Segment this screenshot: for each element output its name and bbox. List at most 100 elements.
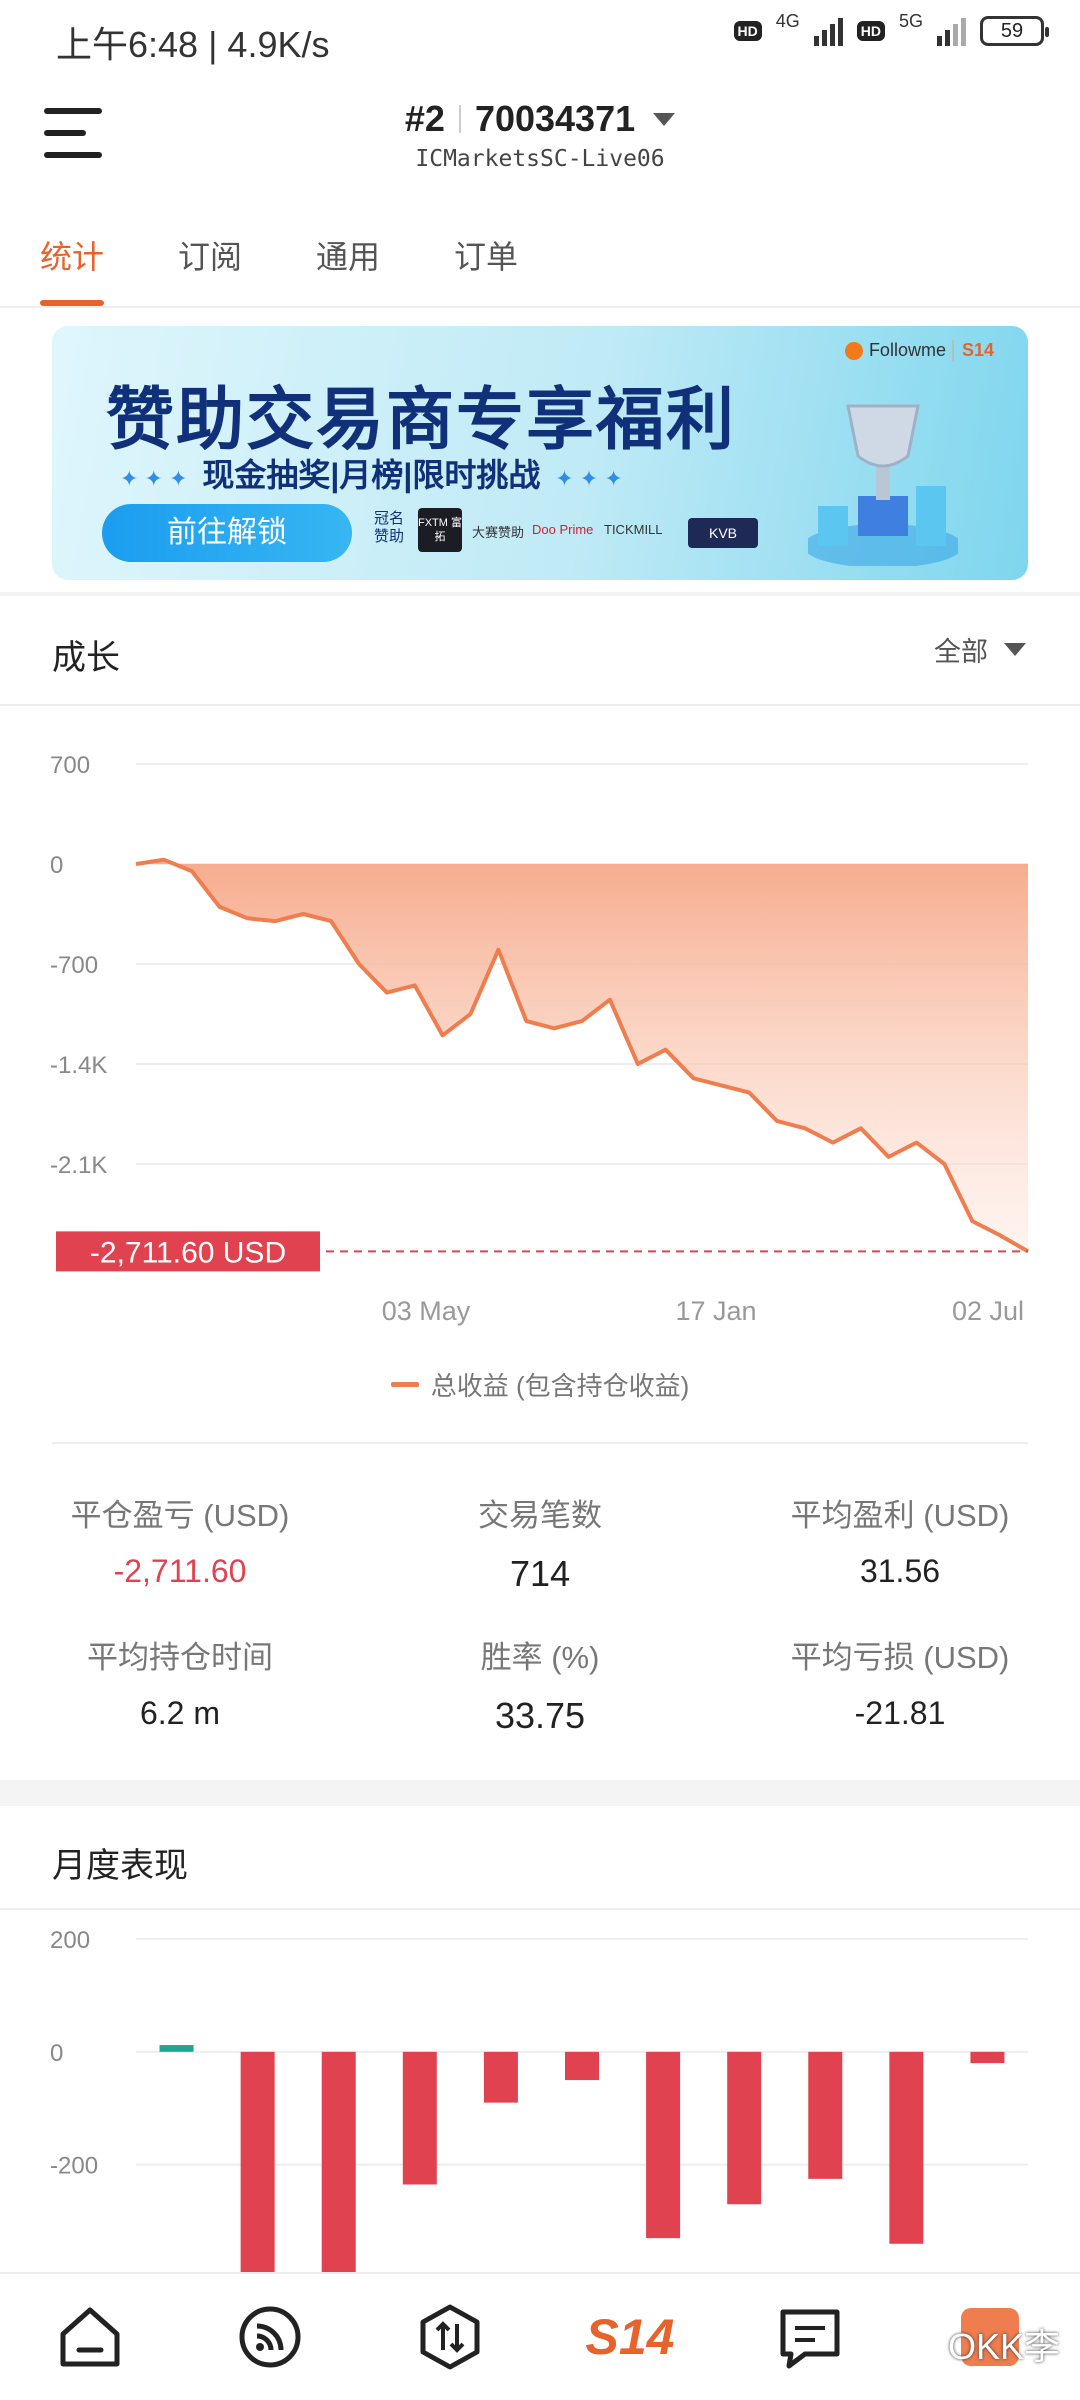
bar (483, 2051, 518, 2103)
x-tick-label: 02 Jul (952, 1296, 1024, 1326)
stat-value: -21.81 (854, 1695, 946, 1731)
legend-label: 总收益 (包含持仓收益) (430, 1371, 690, 1401)
legend-swatch (390, 1382, 419, 1387)
growth-header: 成长 全部 (0, 596, 1080, 706)
signal-icon (813, 16, 843, 46)
stat-label: 平均持仓时间 (87, 1640, 273, 1675)
trophy-icon (808, 404, 958, 566)
y-tick-label: 0 (50, 2040, 63, 2067)
divider (52, 1442, 1028, 1444)
stat-label: 平仓盈亏 (USD) (70, 1498, 290, 1533)
stat-label: 平均亏损 (USD) (790, 1640, 1010, 1675)
stat-label: 平均盈利 (USD) (790, 1498, 1010, 1533)
bottom-nav: S14 (0, 2272, 1080, 2400)
chart-legend: 总收益 (包含持仓收益) (0, 1366, 1080, 1403)
stat-value: 31.56 (859, 1553, 941, 1589)
bar (240, 2051, 275, 2272)
sponsor-logo: Doo Prime (532, 522, 594, 537)
bar (808, 2051, 843, 2179)
promo-banner[interactable]: Followme S14 赞助交易商专享福利 ✦ ✦ ✦ 现金抽奖|月榜|限时挑… (52, 326, 1028, 580)
account-selector[interactable]: #2 70034371 ICMarketsSC-Live06 (0, 98, 1080, 172)
y-tick-label: -1.4K (50, 1052, 107, 1079)
stat-label: 交易笔数 (478, 1498, 602, 1533)
bar (727, 2051, 762, 2205)
watermark: OKK李 (947, 2326, 1060, 2367)
tab-general[interactable]: 通用 (316, 220, 380, 306)
bar (889, 2051, 924, 2244)
bar (402, 2051, 437, 2185)
nav-feed[interactable] (210, 2292, 330, 2382)
stat-value: 33.75 (494, 1695, 586, 1736)
x-tick-label: 17 Jan (675, 1296, 756, 1326)
hd-badge: HD (856, 21, 885, 41)
chevron-down-icon (653, 112, 676, 126)
account-number: 70034371 (474, 98, 636, 139)
app-header: #2 70034371 ICMarketsSC-Live06 (0, 78, 1080, 198)
nav-messages[interactable] (750, 2292, 870, 2382)
network-type: 4G (775, 10, 800, 31)
growth-chart: 700 0 -700 -1.4K -2.1K 03 May 17 Jan 02 Jul -2… (50, 752, 1029, 1326)
bar (565, 2051, 599, 2081)
chevron-down-icon (1004, 643, 1026, 656)
stat-value: -2,711.60 (113, 1553, 247, 1589)
bar (321, 2051, 356, 2272)
y-tick-label: -700 (50, 952, 98, 979)
section-title: 月度表现 (52, 1847, 188, 1885)
tab-bar: 统计 订阅 通用 订单 (0, 220, 1080, 308)
monthly-chart: 200 0 -200 (50, 1927, 1028, 2272)
sponsor-label: 冠名赞助 (374, 510, 405, 545)
battery-icon: 59 (980, 16, 1049, 46)
current-value-label: -2,711.60 USD (90, 1236, 286, 1269)
bar (159, 2045, 194, 2052)
banner-subtitle: 现金抽奖|月榜|限时挑战 (202, 457, 541, 493)
sparkle-icon: ✦ ✦ ✦ (120, 466, 188, 491)
sponsor-logo: TICKMILL (604, 522, 663, 537)
stat-avg-profit: 平均盈利 (USD) 31.56 (720, 1490, 1080, 1590)
account-rank: #2 (404, 98, 445, 139)
divider (0, 1780, 1080, 1806)
stat-win-rate: 胜率 (%) 33.75 (360, 1632, 720, 1737)
message-icon (780, 2309, 840, 2369)
status-time: 上午6:48 | 4.9K/s (56, 24, 330, 65)
sponsor-text: 大赛赞助 (472, 525, 525, 540)
banner-brand: Followme S14 (844, 340, 994, 361)
home-icon (60, 2307, 120, 2367)
monthly-header: 月度表现 (0, 1808, 1080, 1910)
hd-badge: HD (733, 21, 762, 41)
tab-stats[interactable]: 统计 (40, 220, 105, 306)
brand-name: Followme (868, 340, 946, 360)
section-title: 成长 (52, 639, 120, 677)
stat-avg-hold: 平均持仓时间 6.2 m (0, 1632, 360, 1732)
stat-label: 胜率 (%) (480, 1640, 600, 1675)
nav-home[interactable] (30, 2292, 150, 2382)
sponsor-logo: FXTM 富拓 (418, 508, 462, 552)
y-tick-label: 700 (50, 752, 90, 779)
signal-icon (937, 16, 966, 46)
y-tick-label: -2.1K (50, 1152, 107, 1179)
y-tick-label: 0 (50, 852, 63, 879)
account-server: ICMarketsSC-Live06 (415, 146, 665, 172)
unlock-button[interactable]: 前往解锁 (102, 504, 352, 562)
nav-trade[interactable] (390, 2292, 510, 2382)
banner-subtitle-row: ✦ ✦ ✦ 现金抽奖|月榜|限时挑战 ✦ ✦ ✦ (114, 450, 629, 496)
banner-title: 赞助交易商专享福利 (106, 382, 737, 458)
stat-value: 714 (509, 1553, 571, 1594)
sponsor-logo: KVB (688, 518, 758, 548)
network-type: 5G (898, 10, 923, 31)
divider (458, 105, 461, 133)
tab-subscribe[interactable]: 订阅 (178, 220, 242, 306)
range-selector[interactable]: 全部 (934, 630, 1026, 669)
status-icons: HD 4G HD 5G 59 (733, 11, 1049, 46)
tab-orders[interactable]: 订单 (454, 220, 518, 306)
followme-logo-icon (844, 341, 863, 360)
stat-avg-loss: 平均亏损 (USD) -21.81 (720, 1632, 1080, 1732)
y-tick-label: -200 (50, 2153, 98, 2180)
brand-badge: S14 (951, 340, 994, 361)
y-tick-label: 200 (50, 1927, 90, 1954)
trade-icon (420, 2304, 480, 2370)
stat-trades: 交易笔数 714 (360, 1490, 720, 1595)
x-tick-label: 03 May (382, 1296, 471, 1326)
status-bar: 上午6:48 | 4.9K/s HD 4G HD 5G 59 (0, 0, 1080, 78)
stat-closed-pnl: 平仓盈亏 (USD) -2,711.60 (0, 1490, 360, 1590)
nav-s14[interactable]: S14 (570, 2292, 690, 2382)
